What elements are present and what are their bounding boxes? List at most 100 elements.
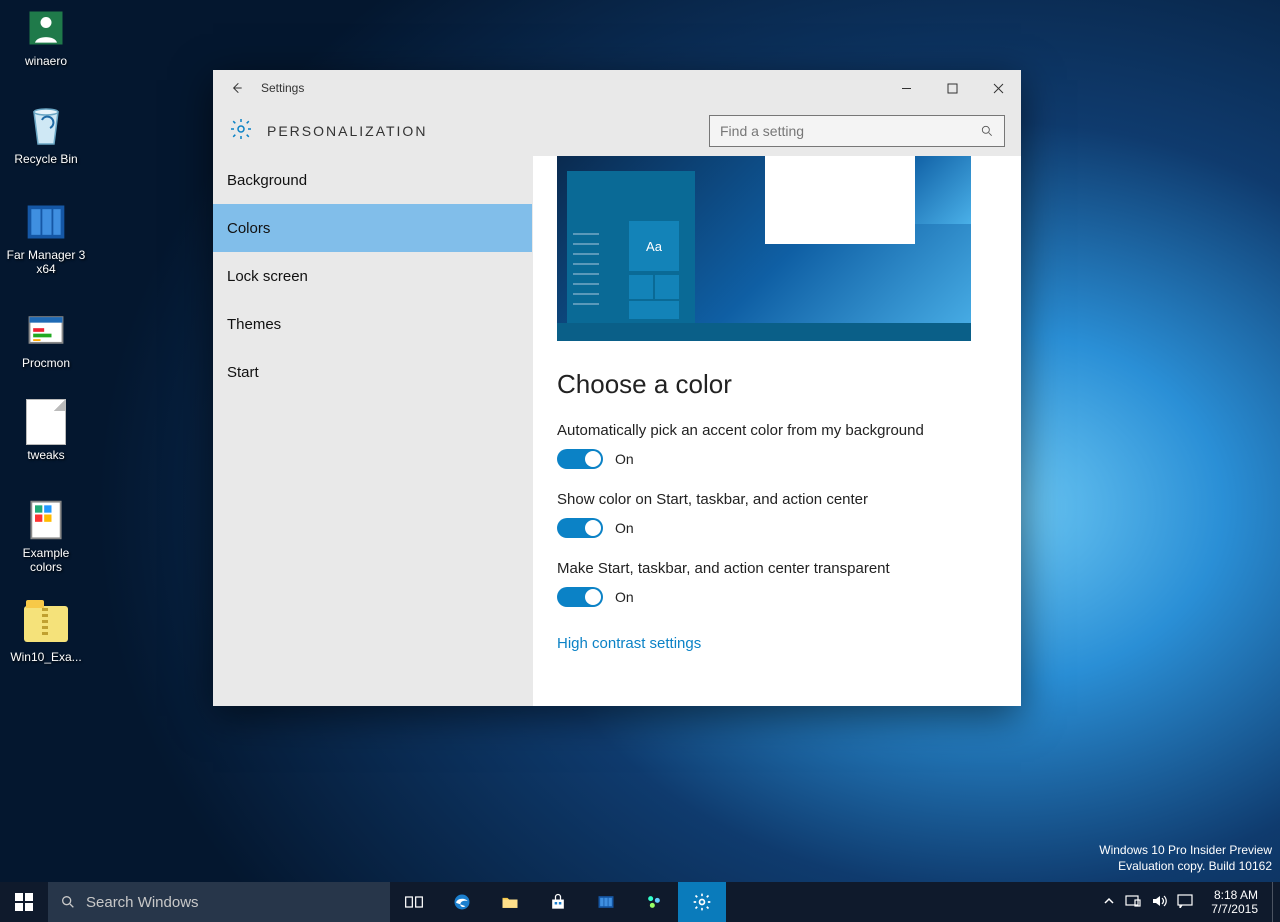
desktop-icon-winaero[interactable]: winaero — [6, 6, 86, 68]
search-icon — [980, 124, 994, 138]
settings-header: PERSONALIZATION Find a setting — [213, 106, 1021, 156]
content-heading: Choose a color — [557, 369, 997, 400]
store-icon — [548, 892, 568, 912]
sidebar-item-label: Start — [227, 364, 259, 381]
sidebar-item-start[interactable]: Start — [213, 348, 532, 396]
gear-icon — [229, 117, 253, 146]
sidebar-item-label: Themes — [227, 316, 281, 333]
tray-action-center-button[interactable] — [1177, 894, 1193, 911]
high-contrast-link[interactable]: High contrast settings — [557, 635, 701, 652]
zip-file-icon — [24, 602, 68, 646]
minimize-button[interactable] — [883, 70, 929, 106]
user-icon — [24, 6, 68, 50]
setting-transparency: Make Start, taskbar, and action center t… — [557, 560, 997, 607]
minimize-icon — [901, 83, 912, 94]
setting-label: Show color on Start, taskbar, and action… — [557, 491, 997, 508]
toggle-state: On — [615, 451, 634, 467]
task-view-button[interactable] — [390, 882, 438, 922]
maximize-icon — [947, 83, 958, 94]
recycle-bin-icon — [24, 104, 68, 148]
search-icon — [60, 894, 76, 910]
maximize-button[interactable] — [929, 70, 975, 106]
desktop-icon-far-manager[interactable]: Far Manager 3 x64 — [6, 200, 86, 276]
desktop-icon-label: Win10_Exa... — [6, 650, 86, 664]
taskbar-app-store[interactable] — [534, 882, 582, 922]
action-center-icon — [1177, 894, 1193, 908]
tray-clock[interactable]: 8:18 AM 7/7/2015 — [1203, 888, 1266, 916]
toggle-auto-accent[interactable] — [557, 449, 603, 469]
sidebar-item-label: Lock screen — [227, 268, 308, 285]
settings-content: Aa Choose a color Automatically pick an … — [533, 156, 1021, 706]
start-button[interactable] — [0, 882, 48, 922]
desktop-icon-label: Recycle Bin — [6, 152, 86, 166]
windows-logo-icon — [15, 893, 33, 911]
setting-show-color: Show color on Start, taskbar, and action… — [557, 491, 997, 538]
desktop-icon-win10-exa[interactable]: Win10_Exa... — [6, 602, 86, 664]
taskbar: Search Windows 8:18 AM 7/7/2015 — [0, 882, 1280, 922]
gear-icon — [692, 892, 712, 912]
close-icon — [993, 83, 1004, 94]
taskbar-app-winaero[interactable] — [630, 882, 678, 922]
taskbar-app-farmanager[interactable] — [582, 882, 630, 922]
sidebar-item-background[interactable]: Background — [213, 156, 532, 204]
sidebar-item-themes[interactable]: Themes — [213, 300, 532, 348]
setting-auto-accent: Automatically pick an accent color from … — [557, 422, 997, 469]
task-view-icon — [404, 892, 424, 912]
preview-sample-text: Aa — [629, 221, 679, 271]
app-icon — [24, 200, 68, 244]
search-placeholder: Find a setting — [720, 123, 980, 139]
setting-label: Automatically pick an accent color from … — [557, 422, 997, 439]
desktop-icon-label: Far Manager 3 x64 — [6, 248, 86, 276]
taskbar-app-settings[interactable] — [678, 882, 726, 922]
section-title: PERSONALIZATION — [267, 123, 427, 139]
taskbar-search-placeholder: Search Windows — [86, 894, 199, 911]
watermark-line1: Windows 10 Pro Insider Preview — [1099, 842, 1272, 858]
window-titlebar[interactable]: Settings — [213, 70, 1021, 106]
desktop-icon-procmon[interactable]: Procmon — [6, 308, 86, 370]
taskbar-app-edge[interactable] — [438, 882, 486, 922]
desktop-icon-label: tweaks — [6, 448, 86, 462]
system-tray: 8:18 AM 7/7/2015 — [1097, 882, 1272, 922]
winaero-icon — [644, 892, 664, 912]
network-icon — [1125, 894, 1141, 908]
settings-sidebar: Background Colors Lock screen Themes Sta… — [213, 156, 533, 706]
window-title: Settings — [261, 81, 304, 95]
watermark-line2: Evaluation copy. Build 10162 — [1099, 858, 1272, 874]
folder-icon — [500, 892, 520, 912]
sidebar-item-label: Colors — [227, 220, 270, 237]
edge-icon — [452, 892, 472, 912]
back-button[interactable] — [213, 70, 261, 106]
sidebar-item-label: Background — [227, 172, 307, 189]
toggle-state: On — [615, 520, 634, 536]
reg-file-icon — [24, 498, 68, 542]
sidebar-item-lock-screen[interactable]: Lock screen — [213, 252, 532, 300]
text-file-icon — [24, 400, 68, 444]
desktop-watermark: Windows 10 Pro Insider Preview Evaluatio… — [1099, 842, 1272, 874]
find-setting-input[interactable]: Find a setting — [709, 115, 1005, 147]
taskbar-app-explorer[interactable] — [486, 882, 534, 922]
close-button[interactable] — [975, 70, 1021, 106]
color-preview: Aa — [557, 156, 971, 341]
volume-icon — [1151, 894, 1167, 908]
tray-time: 8:18 AM — [1211, 888, 1258, 902]
toggle-transparency[interactable] — [557, 587, 603, 607]
sidebar-item-colors[interactable]: Colors — [213, 204, 532, 252]
setting-label: Make Start, taskbar, and action center t… — [557, 560, 997, 577]
app-icon — [24, 308, 68, 352]
desktop-icon-example-colors[interactable]: Example colors — [6, 498, 86, 574]
tray-network-button[interactable] — [1125, 894, 1141, 911]
toggle-state: On — [615, 589, 634, 605]
tray-volume-button[interactable] — [1151, 894, 1167, 911]
toggle-show-color[interactable] — [557, 518, 603, 538]
show-desktop-button[interactable] — [1272, 882, 1280, 922]
arrow-left-icon — [229, 80, 245, 96]
desktop-icon-recycle-bin[interactable]: Recycle Bin — [6, 104, 86, 166]
taskbar-search[interactable]: Search Windows — [48, 882, 390, 922]
desktop-icon-label: Example colors — [6, 546, 86, 574]
farmanager-icon — [596, 892, 616, 912]
desktop-icon-label: winaero — [6, 54, 86, 68]
tray-date: 7/7/2015 — [1211, 902, 1258, 916]
desktop-icon-tweaks[interactable]: tweaks — [6, 400, 86, 462]
tray-chevron-button[interactable] — [1103, 895, 1115, 910]
desktop-icon-label: Procmon — [6, 356, 86, 370]
